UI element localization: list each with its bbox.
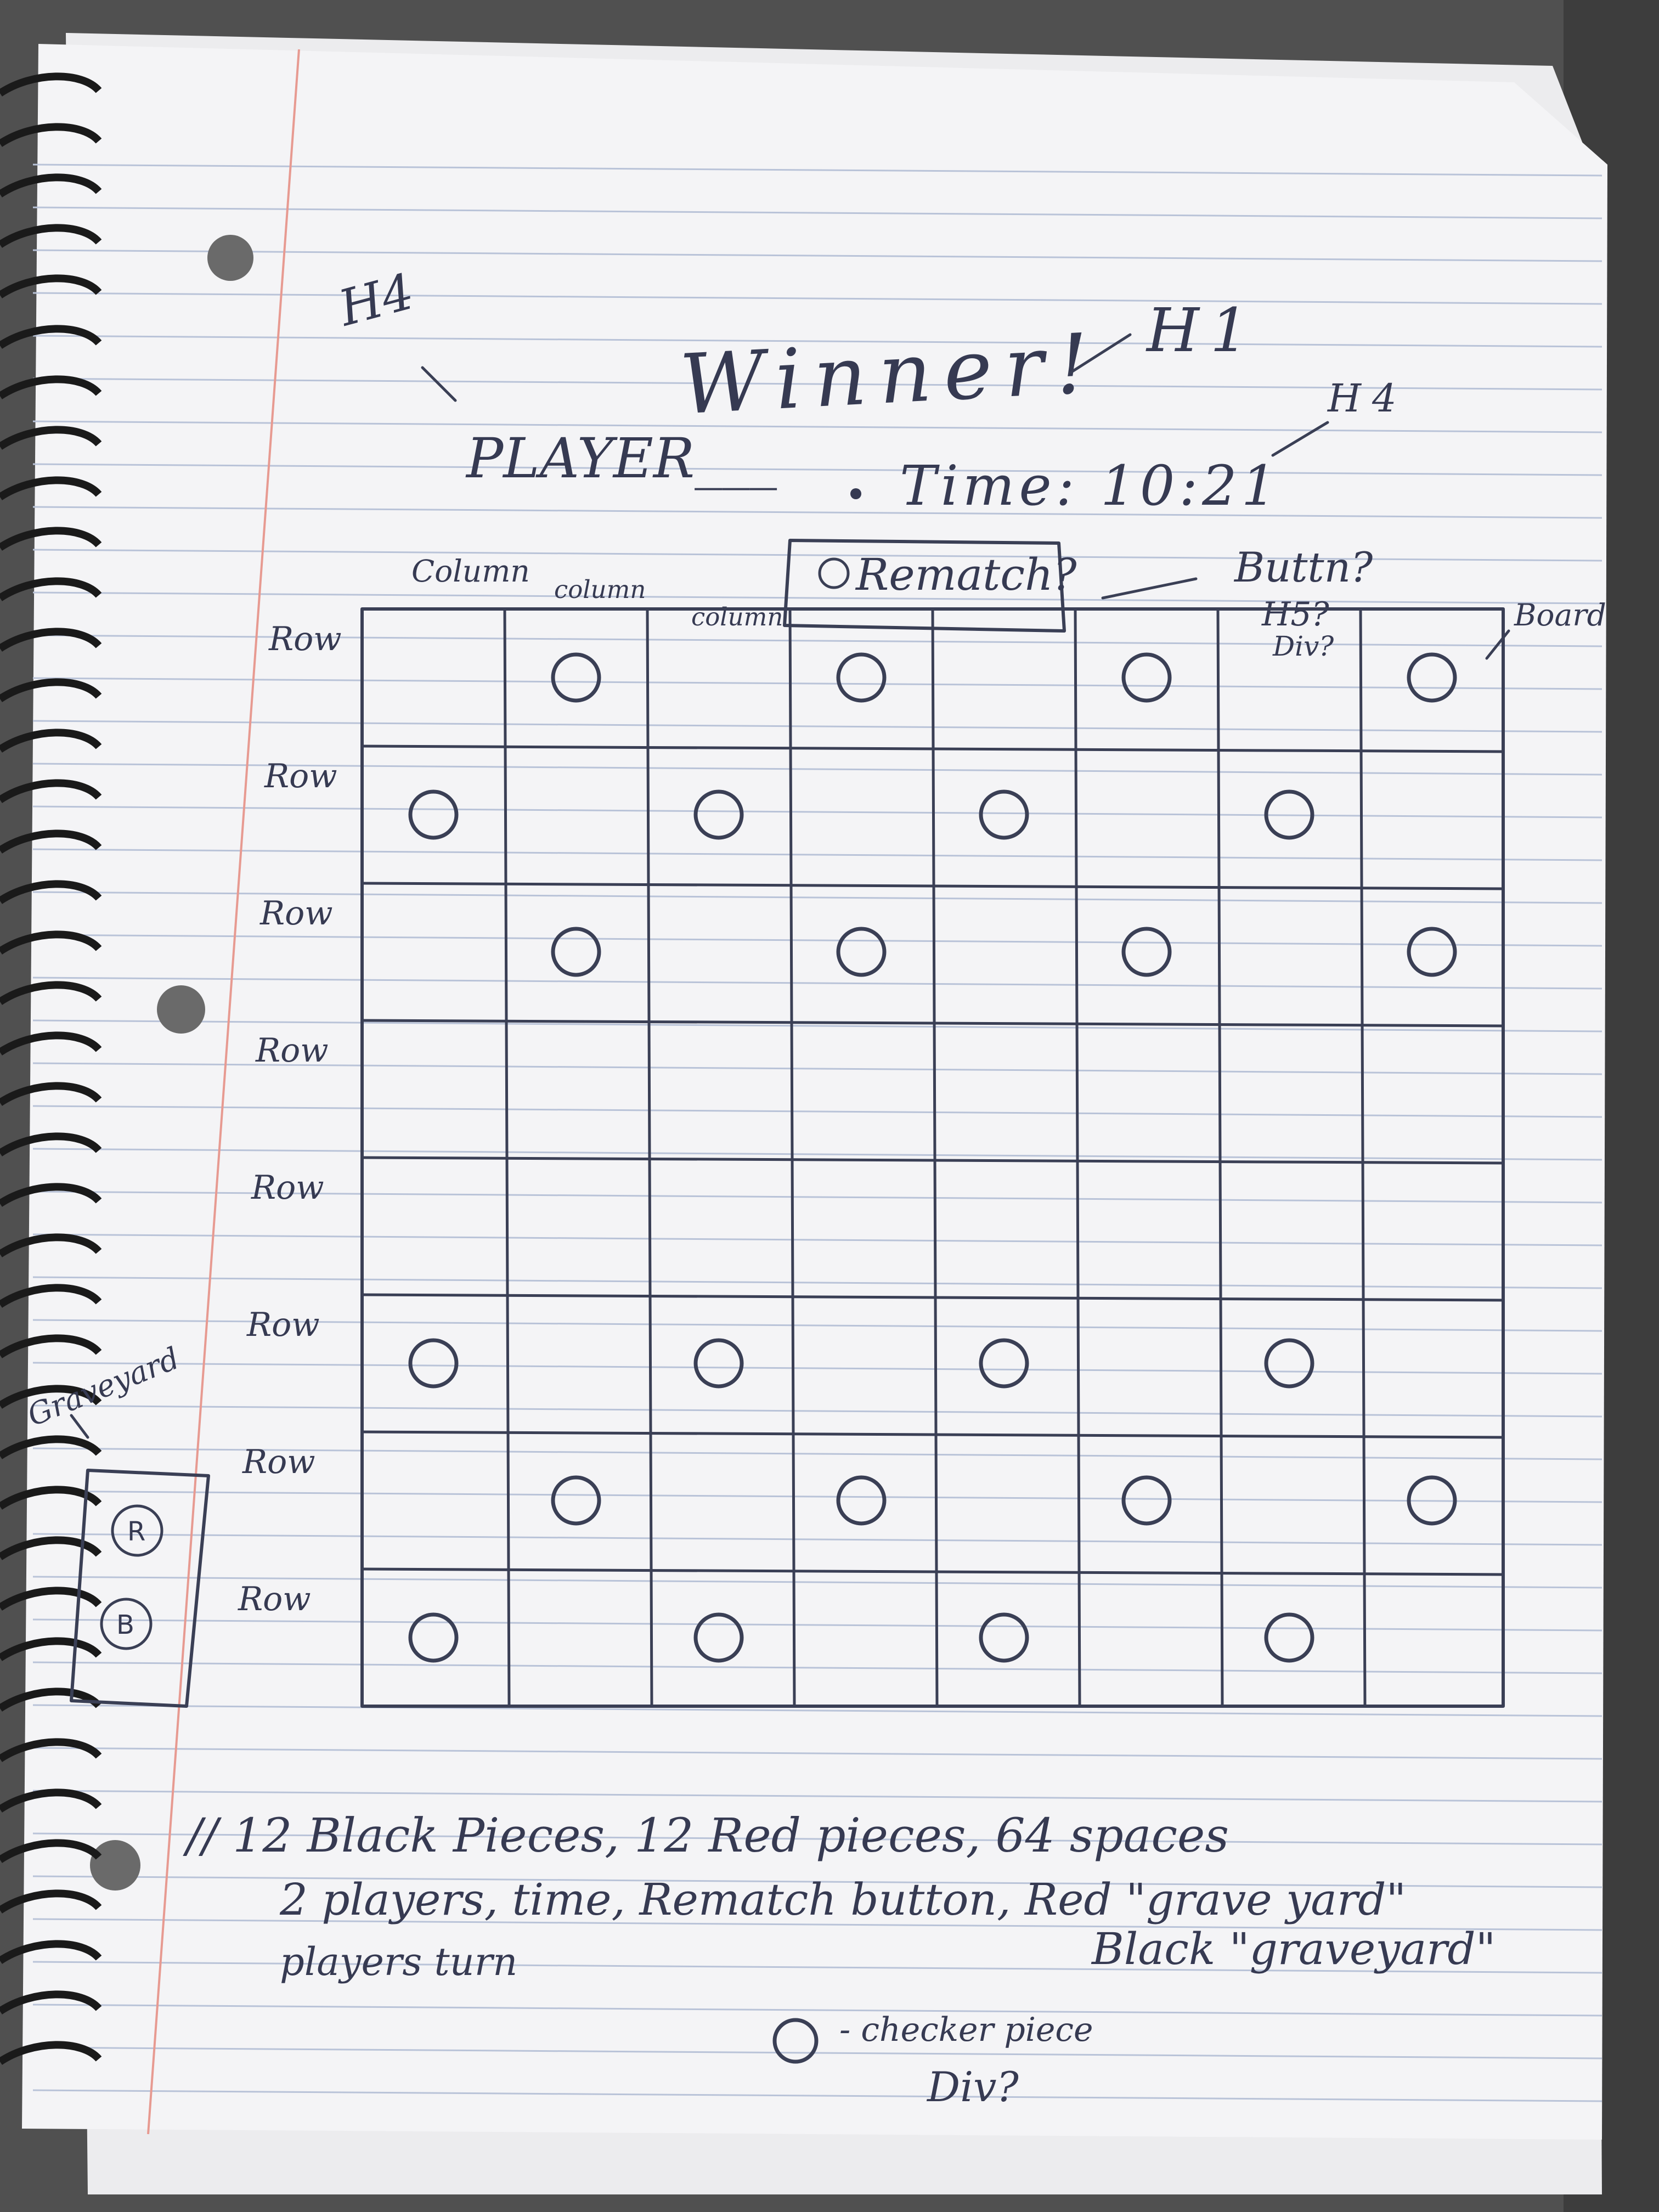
note-line-2: 2 players, time, Rematch button, Red "gr…	[279, 1874, 1406, 1925]
row-label: Row	[268, 620, 342, 658]
row-label: Row	[238, 1580, 311, 1618]
rematch-note-3: Div?	[1272, 630, 1334, 662]
player-label: PLAYER___	[465, 426, 777, 490]
board-note: Board	[1514, 597, 1606, 633]
note-line-4: players turn	[280, 1939, 517, 1984]
h1-note: H1	[1146, 295, 1260, 365]
rematch-note-1: Buttn?	[1233, 543, 1373, 591]
column-label-3: column	[691, 602, 783, 631]
row-label: Row	[242, 1443, 315, 1481]
rematch-note-2: H5?	[1261, 595, 1329, 634]
h4-note-time: H4	[1327, 376, 1408, 421]
column-label-2: column	[554, 575, 646, 604]
note-line-3: Black "graveyard"	[1091, 1923, 1496, 1974]
row-label: Row	[251, 1169, 324, 1207]
column-label-1: Column	[411, 554, 530, 589]
legend-div: Div?	[926, 2063, 1019, 2111]
row-label: Row	[246, 1306, 320, 1344]
rematch-label: Rematch?	[855, 549, 1077, 600]
legend-text: - checker piece	[839, 2011, 1093, 2049]
row-label: Row	[264, 757, 337, 795]
notebook-photo: H4 Winner! H1 PLAYER___ Time: 10:21 H4 R…	[0, 0, 1659, 2212]
note-line-1: // 12 Black Pieces, 12 Red pieces, 64 sp…	[183, 1809, 1229, 1863]
time-label: Time: 10:21	[900, 454, 1280, 518]
graveyard-piece-red: R	[127, 1516, 145, 1547]
row-label: Row	[255, 1031, 329, 1070]
row-label: Row	[259, 894, 333, 933]
graveyard-piece-black: B	[116, 1610, 134, 1640]
